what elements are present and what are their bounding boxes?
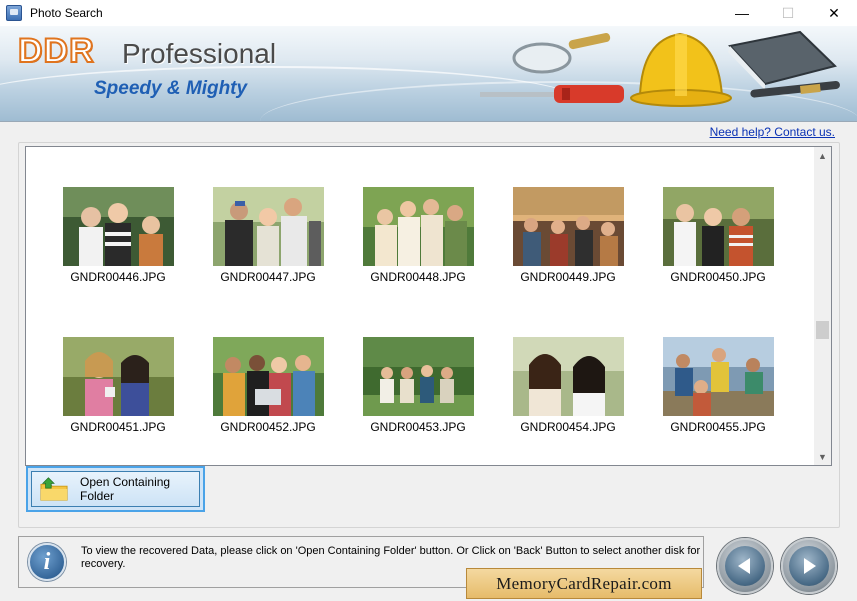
- list-item[interactable]: GNDR00449.JPG: [503, 187, 633, 284]
- photo-thumbnail: [62, 187, 174, 266]
- photo-filename: GNDR00450.JPG: [670, 270, 766, 284]
- hard-hat-icon: [630, 32, 732, 107]
- open-containing-folder-label: Open Containing Folder: [80, 475, 171, 503]
- photo-filename: GNDR00451.JPG: [70, 420, 166, 434]
- back-button[interactable]: [717, 538, 773, 594]
- list-item[interactable]: GNDR00450.JPG: [653, 187, 783, 284]
- book-icon: [728, 30, 837, 90]
- list-item[interactable]: GNDR00448.JPG: [353, 187, 483, 284]
- photo-filename: GNDR00447.JPG: [220, 270, 316, 284]
- list-item[interactable]: GNDR00451.JPG: [53, 337, 183, 434]
- photo-thumbnail: [512, 337, 624, 416]
- brand-tagline: Speedy & Mighty: [94, 78, 248, 99]
- photo-thumbnail: [212, 187, 324, 266]
- banner-tools-illustration: [480, 30, 840, 107]
- next-button[interactable]: [781, 538, 837, 594]
- screwdriver-icon: [480, 85, 624, 103]
- list-item[interactable]: GNDR00452.JPG: [203, 337, 333, 434]
- photo-filename: GNDR00455.JPG: [670, 420, 766, 434]
- window-title: Photo Search: [30, 6, 103, 20]
- photo-thumbnail: [362, 187, 474, 266]
- photo-filename: GNDR00446.JPG: [70, 270, 166, 284]
- photo-thumbnail: [212, 337, 324, 416]
- photo-filename: GNDR00452.JPG: [220, 420, 316, 434]
- photo-thumbnail: [512, 187, 624, 266]
- photo-thumbnail: [62, 337, 174, 416]
- memorycardrepair-watermark: MemoryCardRepair.com: [466, 568, 702, 599]
- list-item[interactable]: GNDR00454.JPG: [503, 337, 633, 434]
- close-button[interactable]: ✕: [811, 0, 857, 26]
- next-arrow-icon: [804, 558, 816, 574]
- maximize-button[interactable]: ☐: [765, 0, 811, 26]
- folder-icon: [40, 477, 68, 501]
- app-icon: [6, 5, 22, 21]
- info-icon: i: [28, 543, 66, 581]
- back-arrow-icon: [738, 558, 750, 574]
- minimize-button[interactable]: —: [719, 0, 765, 26]
- open-containing-folder-button[interactable]: Open Containing Folder: [26, 466, 205, 512]
- title-bar: Photo Search — ☐ ✕: [0, 0, 857, 26]
- photo-filename: GNDR00448.JPG: [370, 270, 466, 284]
- list-item[interactable]: GNDR00455.JPG: [653, 337, 783, 434]
- scroll-down-arrow-icon[interactable]: ▼: [814, 448, 831, 465]
- brand-logo: DDR: [17, 31, 95, 71]
- magnifier-icon: [512, 33, 611, 74]
- window-controls: — ☐ ✕: [719, 0, 857, 26]
- scroll-up-arrow-icon[interactable]: ▲: [814, 147, 831, 164]
- list-item[interactable]: GNDR00453.JPG: [353, 337, 483, 434]
- header-banner: DDR Professional Speedy & Mighty: [0, 26, 857, 122]
- photo-thumbnail: [362, 337, 474, 416]
- contact-us-link[interactable]: Need help? Contact us.: [710, 125, 835, 139]
- photo-filename: GNDR00453.JPG: [370, 420, 466, 434]
- photo-thumbnail: [662, 187, 774, 266]
- photo-filename: GNDR00449.JPG: [520, 270, 616, 284]
- photo-thumbnail-list[interactable]: GNDR00446.JPG GNDR00447.JPG GNDR00448.JP…: [25, 146, 832, 466]
- vertical-scrollbar[interactable]: ▲ ▼: [814, 147, 831, 465]
- list-item[interactable]: GNDR00446.JPG: [53, 187, 183, 284]
- photo-thumbnail: [662, 337, 774, 416]
- list-item[interactable]: GNDR00447.JPG: [203, 187, 333, 284]
- scroll-thumb[interactable]: [816, 321, 829, 339]
- brand-product: Professional: [122, 38, 277, 69]
- photo-filename: GNDR00454.JPG: [520, 420, 616, 434]
